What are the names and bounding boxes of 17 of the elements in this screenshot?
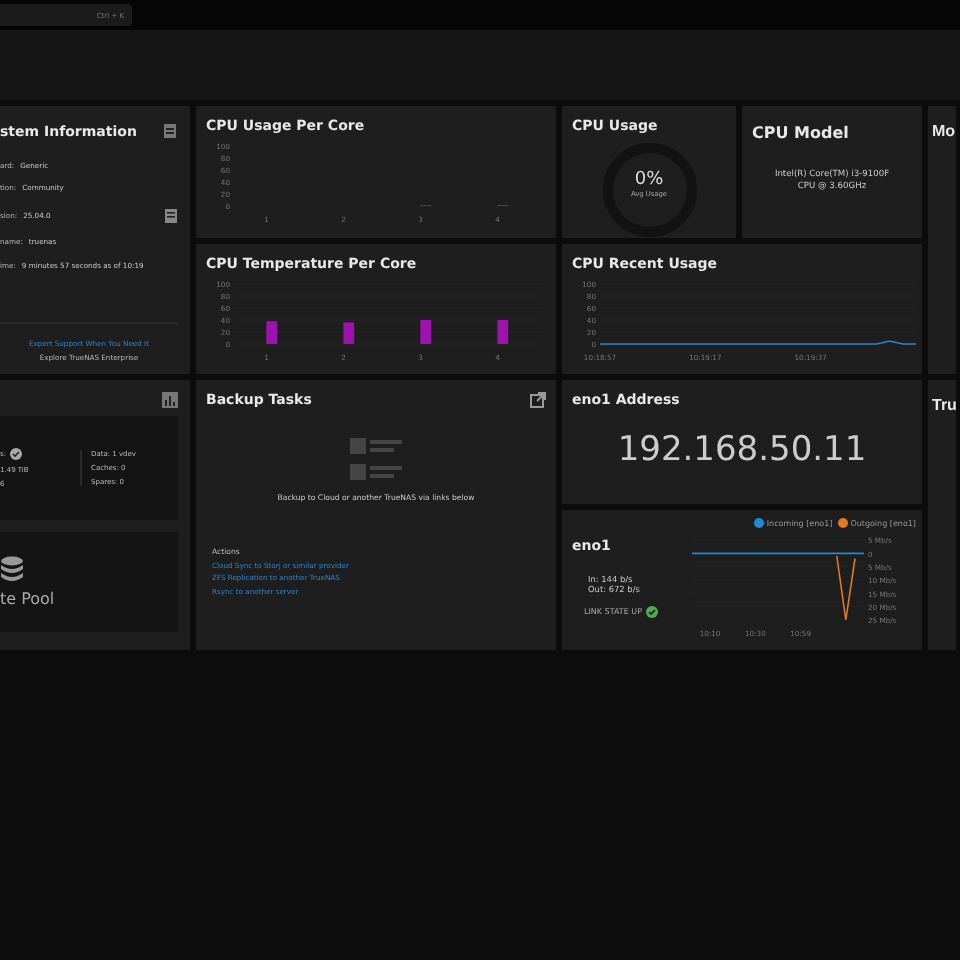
chart-bar [266, 321, 278, 344]
card-title: Tru [932, 396, 956, 414]
usage-value: 0% [632, 170, 666, 190]
external-link-icon [530, 392, 546, 408]
chart-bar [420, 320, 432, 344]
check-circle-icon [10, 448, 23, 460]
card-title: Mo [932, 122, 956, 140]
document-icon [162, 122, 178, 140]
chart-bar [497, 320, 509, 344]
chart-bar [343, 322, 355, 344]
card-title: CPU Model [752, 124, 851, 142]
notes-icon [164, 207, 178, 223]
ip-address: 192.168.50.11 [615, 430, 869, 470]
create-pool-button[interactable]: te Pool [0, 532, 178, 632]
chart-icon [162, 392, 178, 408]
database-icon [0, 556, 24, 584]
empty-list-icon [350, 438, 402, 480]
